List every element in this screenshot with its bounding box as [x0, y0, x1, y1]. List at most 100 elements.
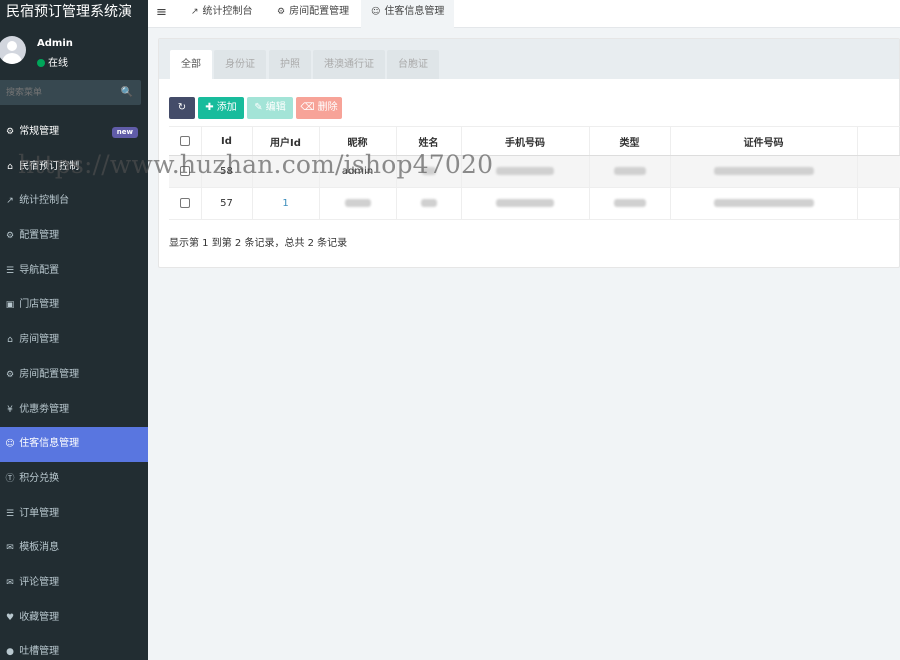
column-header-type[interactable]: 类型 — [589, 126, 671, 156]
row-select-cell — [169, 187, 202, 220]
sidebar-item-config[interactable]: ⚙ 配置管理 — [0, 219, 148, 254]
table-header-row: Id 用户Id 昵称 姓名 手机号码 类型 证件号码 — [169, 126, 900, 156]
sidebar-item-label: 民宿预订控制 — [19, 160, 80, 172]
tab-all[interactable]: 全部 — [170, 50, 212, 79]
sidebar-item-nav-config[interactable]: ☰ 导航配置 — [0, 254, 148, 289]
refresh-icon: ↻ — [177, 102, 187, 113]
cell-user-id: 1 — [252, 187, 320, 220]
add-button[interactable]: ✚ 添加 — [198, 97, 244, 119]
pinterest-icon: Ⓣ — [5, 473, 15, 484]
cell-extra — [857, 187, 900, 220]
column-header-user-id[interactable]: 用户Id — [252, 126, 320, 156]
home-icon: ⌂ — [7, 335, 13, 346]
row-select-cell — [169, 155, 202, 188]
user-panel: Admin 在线 — [0, 26, 148, 74]
sidebar-item-label: 导航配置 — [19, 264, 60, 276]
select-all-checkbox[interactable] — [179, 135, 190, 146]
cell-extra — [857, 155, 900, 188]
redacted-name — [421, 167, 436, 175]
sidebar-item-favorites[interactable]: ♥ 收藏管理 — [0, 601, 148, 636]
table-row[interactable]: 58 admin — [169, 155, 900, 188]
gears-icon: ⚙ — [5, 127, 15, 137]
sidebar-menu: ⚙ 常规管理 new ⌂ 民宿预订控制 ↗ 统计控制台 ⚙ 配置管理 ☰ 导航配置… — [0, 115, 148, 660]
edit-button[interactable]: ✎ 编辑 — [247, 97, 293, 119]
panel-tabs-bar: 全部 身份证 护照 港澳通行证 台胞证 — [159, 39, 899, 79]
top-nav-bar: ≡ ↗ 统计控制台 ⚙ 房间配置管理 ☺ 住客信息管理 — [148, 0, 900, 28]
sidebar-item-label: 统计控制台 — [19, 195, 70, 207]
column-header-phone[interactable]: 手机号码 — [461, 126, 590, 156]
tab-label: 房间配置管理 — [289, 6, 350, 17]
sidebar-item-room-config[interactable]: ⚙ 房间配置管理 — [0, 358, 148, 393]
sidebar-toggle-menu-icon[interactable]: ≡ — [156, 6, 167, 20]
column-header-name[interactable]: 姓名 — [396, 126, 462, 156]
user-name: Admin — [37, 38, 73, 49]
row-checkbox[interactable] — [179, 198, 190, 208]
user-icon: ☺ — [371, 7, 381, 17]
tab-guest-info[interactable]: ☺ 住客信息管理 — [361, 0, 455, 28]
sidebar-item-label: 吐槽管理 — [19, 646, 60, 658]
search-icon[interactable]: 🔍 — [113, 80, 141, 105]
line-chart-icon: ↗ — [6, 196, 14, 207]
tab-stats-console[interactable]: ↗ 统计控制台 — [181, 0, 263, 28]
refresh-button[interactable]: ↻ — [169, 97, 195, 119]
tab-hk-macau-permit[interactable]: 港澳通行证 — [313, 50, 385, 79]
gear-icon: ⚙ — [277, 7, 286, 17]
cell-id-number — [670, 155, 858, 188]
sidebar-item-coupons[interactable]: ¥ 优惠劵管理 — [0, 393, 148, 428]
sidebar-item-orders[interactable]: ☰ 订单管理 — [0, 497, 148, 532]
sidebar-item-general[interactable]: ⚙ 常规管理 new — [0, 115, 148, 150]
tab-passport[interactable]: 护照 — [269, 50, 311, 79]
sidebar-item-label: 住客信息管理 — [19, 438, 80, 450]
select-all-cell — [169, 126, 202, 156]
table-row[interactable]: 57 1 — [169, 187, 900, 220]
tab-id-card[interactable]: 身份证 — [214, 50, 266, 79]
cell-user-id — [252, 155, 320, 188]
sidebar-item-stores[interactable]: ▣ 门店管理 — [0, 288, 148, 323]
cell-phone — [461, 155, 590, 188]
sidebar-item-label: 订单管理 — [19, 507, 60, 519]
list-icon: ☰ — [5, 265, 15, 276]
user-icon: ☺ — [5, 439, 15, 450]
column-header-extra — [857, 126, 900, 156]
gear-icon: ⚙ — [5, 231, 15, 242]
tab-label: 住客信息管理 — [384, 6, 445, 17]
column-header-id[interactable]: Id — [201, 126, 253, 156]
delete-button[interactable]: ⌫ 删除 — [296, 97, 342, 119]
row-checkbox[interactable] — [179, 166, 190, 176]
sidebar-item-guest-info[interactable]: ☺ 住客信息管理 — [0, 427, 148, 462]
tab-room-config[interactable]: ⚙ 房间配置管理 — [267, 0, 359, 28]
column-header-id-number[interactable]: 证件号码 — [670, 126, 858, 156]
cell-nickname: admin — [319, 155, 397, 188]
user-avatar — [0, 36, 26, 64]
user-status: 在线 — [37, 54, 68, 69]
home-icon: ⌂ — [7, 161, 13, 172]
redacted-id-number — [713, 199, 814, 207]
user-id-link[interactable]: 1 — [282, 198, 288, 209]
tab-taiwan-permit[interactable]: 台胞证 — [387, 50, 439, 79]
cell-id-number — [670, 187, 858, 220]
yen-icon: ¥ — [7, 404, 13, 415]
sidebar-item-rooms[interactable]: ⌂ 房间管理 — [0, 323, 148, 358]
app-brand[interactable]: 民宿预订管理系统演 — [0, 0, 148, 26]
sidebar-item-complaints[interactable]: ● 吐槽管理 — [0, 635, 148, 660]
guest-info-panel: 全部 身份证 护照 港澳通行证 台胞证 ↻ ✚ 添加 ✎ 编辑 ⌫ 删除 Id … — [158, 38, 900, 268]
sidebar-item-template-messages[interactable]: ✉ 模板消息 — [0, 531, 148, 566]
sidebar-item-label: 门店管理 — [19, 299, 60, 311]
redacted-id-number — [713, 167, 814, 175]
sidebar-item-reviews[interactable]: ✉ 评论管理 — [0, 566, 148, 601]
cell-id: 58 — [201, 155, 253, 188]
sidebar-item-stats-console[interactable]: ↗ 统计控制台 — [0, 184, 148, 219]
heart-icon: ♥ — [5, 612, 15, 623]
column-header-nickname[interactable]: 昵称 — [319, 126, 397, 156]
redacted-nickname — [344, 199, 371, 207]
menu-search-input[interactable] — [0, 80, 112, 105]
redacted-phone — [496, 199, 554, 207]
sidebar-item-label: 评论管理 — [19, 576, 60, 588]
user-status-text: 在线 — [48, 58, 68, 69]
sidebar-item-label: 配置管理 — [19, 230, 60, 242]
sidebar-item-points-exchange[interactable]: Ⓣ 积分兑换 — [0, 462, 148, 497]
sidebar-item-homestay-control[interactable]: ⌂ 民宿预订控制 — [0, 150, 148, 185]
sidebar-item-label: 模板消息 — [19, 542, 60, 554]
tab-label: 统计控制台 — [202, 6, 253, 17]
delete-button-label: 删除 — [317, 102, 338, 113]
